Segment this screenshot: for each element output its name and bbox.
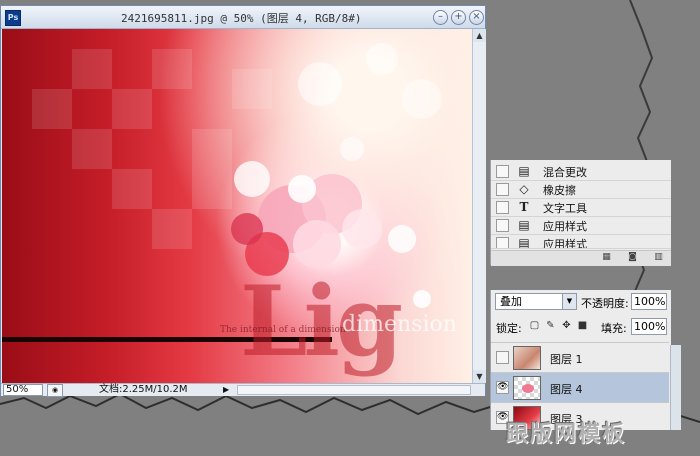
close-button[interactable]: × [469,10,484,25]
history-item[interactable]: ▤ 应用样式 [491,234,671,249]
horizontal-scrollbar[interactable] [237,385,471,395]
history-panel: ▤ 混合更改 ◇ 橡皮擦 T 文字工具 ▤ 应用样式 ▤ 应用样式 ▦ ◙ ▥ [490,160,671,266]
layers-panel: 叠加 ▼ 不透明度: 100% 锁定: ▢ ✎ ✥ ■ 填充: 100% 图层 … [490,290,671,430]
history-item[interactable]: ◇ 橡皮擦 [491,180,671,199]
history-source-checkbox[interactable] [496,165,509,178]
fill-field[interactable]: 100% [631,318,667,335]
blend-mode-select[interactable]: 叠加 ▼ [495,293,577,310]
photoshop-icon: Ps [5,10,21,26]
lock-brush-icon[interactable]: ✎ [545,320,556,331]
layers-scrollbar[interactable] [670,345,681,430]
eraser-icon: ◇ [519,182,529,196]
lock-all-icon[interactable]: ■ [577,320,588,331]
opacity-field[interactable]: 100% [631,293,667,310]
vertical-scrollbar[interactable]: ▲ ▼ [472,29,486,383]
history-item[interactable]: ▤ 混合更改 [491,162,671,181]
trash-icon[interactable]: ▥ [653,253,664,262]
history-source-checkbox[interactable] [496,237,509,248]
document-title: 2421695811.jpg @ 50% (图层 4, RGB/8#) [121,12,362,25]
canvas-dimension-word: dimension [342,312,457,337]
history-item-label: 应用样式 [543,238,587,249]
zoom-level-field[interactable]: 50% [3,384,43,396]
layer-name: 图层 4 [550,383,583,396]
history-item-label: 应用样式 [543,220,587,233]
eye-icon[interactable]: 👁 [496,381,509,394]
fill-label: 填充: [601,322,627,335]
layer-thumbnail [513,376,541,400]
document-titlebar[interactable]: Ps 2421695811.jpg @ 50% (图层 4, RGB/8#) –… [1,6,485,29]
image-canvas[interactable]: Lig The internal of a dimension dimensio… [2,29,472,383]
layer-thumbnail [513,346,541,370]
scroll-down-icon[interactable]: ▼ [473,370,486,383]
navigator-icon[interactable]: ◉ [47,384,63,397]
blend-mode-value: 叠加 [500,295,522,308]
canvas-tagline: The internal of a dimension [220,325,346,335]
document-status-bar: 50% ◉ 文档:2.25M/10.2M ▶ [1,383,485,397]
history-item-label: 橡皮擦 [543,184,576,197]
snapshot-camera-icon[interactable]: ◙ [627,253,638,262]
layer-row[interactable]: 👁 图层 4 [491,372,669,403]
history-source-checkbox[interactable] [496,219,509,232]
scroll-up-icon[interactable]: ▲ [473,29,486,42]
lock-label: 锁定: [496,322,522,335]
new-document-from-state-icon[interactable]: ▦ [601,253,612,262]
history-footer: ▦ ◙ ▥ [491,250,671,266]
lock-move-icon[interactable]: ✥ [561,320,572,331]
watermark-text: 跟版网模板 [506,422,627,447]
history-item-label: 文字工具 [543,202,587,215]
lock-transparency-icon[interactable]: ▢ [529,320,540,331]
layer-row[interactable]: 图层 1 [491,342,669,373]
document-icon: ▤ [518,164,530,178]
layer-visibility-toggle[interactable] [496,351,509,364]
document-icon: ▤ [518,218,530,232]
history-item[interactable]: ▤ 应用样式 [491,216,671,235]
opacity-label: 不透明度: [581,297,629,310]
history-source-checkbox[interactable] [496,183,509,196]
status-menu-arrow-icon[interactable]: ▶ [223,384,229,396]
layer-name: 图层 1 [550,353,583,366]
minimize-button[interactable]: – [433,10,448,25]
document-info: 文档:2.25M/10.2M [99,384,188,395]
document-window[interactable]: Ps 2421695811.jpg @ 50% (图层 4, RGB/8#) –… [0,5,486,397]
maximize-button[interactable]: + [451,10,466,25]
history-item[interactable]: T 文字工具 [491,198,671,217]
chevron-down-icon[interactable]: ▼ [562,294,576,309]
document-icon: ▤ [518,236,530,249]
history-source-checkbox[interactable] [496,201,509,214]
history-item-label: 混合更改 [543,166,587,179]
text-tool-icon: T [519,200,529,214]
